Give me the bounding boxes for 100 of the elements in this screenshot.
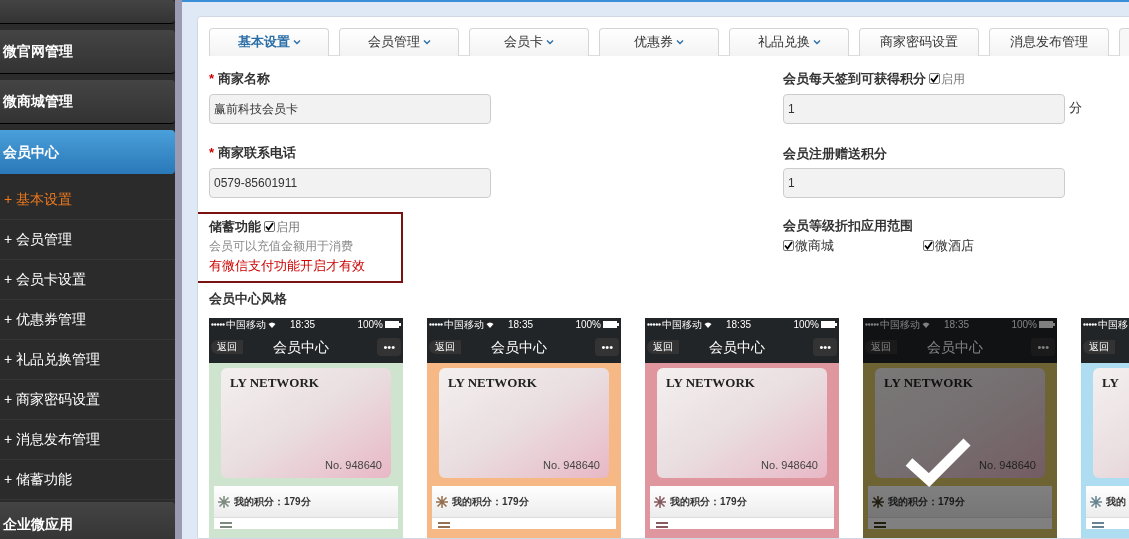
tab[interactable]: 会员卡 xyxy=(469,27,589,56)
wifi-icon xyxy=(922,321,930,328)
card-title: LY xyxy=(1102,374,1120,392)
more-button: ••• xyxy=(377,338,401,356)
carrier-text: 中国移动 xyxy=(662,319,702,330)
card-title: LY NETWORK xyxy=(230,374,320,392)
sidebar-group[interactable]: 会员中心 xyxy=(0,130,175,174)
tab[interactable]: 优惠券 xyxy=(599,27,719,56)
checkbox-label: 微酒店 xyxy=(935,236,974,255)
sparkle-icon xyxy=(435,494,449,509)
checkbox[interactable] xyxy=(923,239,934,251)
warning-text: 有微信支付功能开启才有效 xyxy=(209,256,366,275)
list-icon xyxy=(220,521,232,529)
signal-icon xyxy=(211,323,225,326)
field-label: 商家联系电话 xyxy=(218,143,297,162)
tab[interactable]: 会员管理 xyxy=(339,27,459,56)
screen-title: 会员中心 xyxy=(491,337,547,357)
points-text: 我的积分：179分 xyxy=(234,495,311,509)
carrier-text: 中国移动 xyxy=(226,319,266,330)
sparkle-icon xyxy=(653,494,667,509)
tab[interactable]: 商家密码设置 xyxy=(859,27,979,56)
section-label: 会员中心风格 xyxy=(209,289,288,308)
battery-text: 100% xyxy=(575,319,601,330)
theme-preview[interactable]: 中国移动 18:35 100% 返回 会员中心 ••• LY NETWORK No. 948640 我的积分：179分 xyxy=(863,318,1057,538)
points-text: 我的积分：179分 xyxy=(452,495,529,509)
input-field[interactable]: 赢前科技会员卡 xyxy=(209,93,491,124)
time-text: 18:35 xyxy=(726,319,752,330)
battery-icon xyxy=(821,321,837,328)
list-icon xyxy=(656,521,668,529)
carrier-text: 中国移 xyxy=(1098,319,1128,330)
more-button: ••• xyxy=(1031,338,1055,356)
caret-icon xyxy=(812,39,821,45)
back-button: 返回 xyxy=(647,340,679,354)
checkbox-label: 启用 xyxy=(276,218,300,236)
theme-preview[interactable]: 中国移动 18:35 100% 返回 会员中心 ••• LY NETWORK No. 948640 我的积分：179分 xyxy=(427,318,621,538)
caret-icon xyxy=(292,39,301,45)
list-icon xyxy=(438,521,450,529)
checkbox[interactable] xyxy=(783,239,794,251)
sparkle-icon xyxy=(217,494,231,509)
signal-icon xyxy=(865,323,879,326)
input-field[interactable]: 1 xyxy=(783,167,1065,198)
sparkle-icon xyxy=(871,494,885,509)
battery-text: 100% xyxy=(1011,319,1037,330)
field-label: 会员每天签到可获得积分 xyxy=(783,69,926,88)
back-button: 返回 xyxy=(865,340,897,354)
time-text: 18:35 xyxy=(508,319,534,330)
theme-preview[interactable]: 中国移 返回 LY 我的 xyxy=(1081,318,1129,538)
theme-preview[interactable]: 中国移动 18:35 100% 返回 会员中心 ••• LY NETWORK No. 948640 我的积分：179分 xyxy=(645,318,839,538)
card-title: LY NETWORK xyxy=(448,374,538,392)
more-button: ••• xyxy=(813,338,837,356)
screen-title: 会员中心 xyxy=(927,337,983,357)
battery-icon xyxy=(603,321,619,328)
sidebar-group[interactable]: 微商城管理 xyxy=(0,80,175,124)
wifi-icon xyxy=(486,321,494,328)
time-text: 18:35 xyxy=(290,319,316,330)
card-number: No. 948640 xyxy=(543,457,600,473)
tab[interactable]: 消息发布管理 xyxy=(989,27,1109,56)
sparkle-icon xyxy=(1089,494,1103,509)
signal-icon xyxy=(429,323,443,326)
more-button: ••• xyxy=(595,338,619,356)
tab[interactable]: 礼品兑换 xyxy=(729,27,849,56)
wifi-icon xyxy=(704,321,712,328)
wifi-icon xyxy=(268,321,276,328)
list-icon xyxy=(1092,521,1104,529)
input-field[interactable]: 0579-85601911 xyxy=(209,167,491,198)
input-field[interactable]: 1 xyxy=(783,93,1065,124)
sidebar-group[interactable]: 微官网管理 xyxy=(0,30,175,74)
scrollbar[interactable] xyxy=(175,0,182,539)
time-text: 18:35 xyxy=(944,319,970,330)
checkmark-icon xyxy=(903,436,973,488)
card-title: LY NETWORK xyxy=(666,374,756,392)
checkbox-label: 微商城 xyxy=(795,236,834,255)
field-label: 储蓄功能 xyxy=(209,217,261,236)
checkbox-label: 启用 xyxy=(941,70,965,88)
field-label: 商家名称 xyxy=(218,69,271,88)
checkbox[interactable] xyxy=(929,73,940,84)
tab[interactable]: 基本设置 xyxy=(209,27,329,56)
battery-icon xyxy=(1039,321,1055,328)
carrier-text: 中国移动 xyxy=(444,319,484,330)
back-button: 返回 xyxy=(211,340,243,354)
caret-icon xyxy=(546,39,554,45)
sidebar-group[interactable]: 企业微应用 xyxy=(0,502,175,539)
signal-icon xyxy=(1083,323,1097,326)
screen-title: 会员中心 xyxy=(273,337,329,357)
screen-title: 会员中心 xyxy=(709,337,765,357)
caret-icon xyxy=(676,39,684,45)
card-number: No. 948640 xyxy=(761,457,818,473)
card-number: No. 948640 xyxy=(979,457,1036,473)
theme-preview[interactable]: 中国移动 18:35 100% 返回 会员中心 ••• LY NETWORK No. 948640 我的积分：179分 xyxy=(209,318,403,538)
points-text: 我的 xyxy=(1106,495,1126,509)
battery-text: 100% xyxy=(357,319,383,330)
card-number: No. 948640 xyxy=(325,457,382,473)
back-button: 返回 xyxy=(429,340,461,354)
list-icon xyxy=(874,521,886,529)
checkbox[interactable] xyxy=(264,221,275,232)
field-label: 会员注册赠送积分 xyxy=(783,144,888,162)
caret-icon xyxy=(422,39,431,45)
required-mark: * xyxy=(209,69,215,88)
card-title: LY NETWORK xyxy=(884,374,974,392)
required-mark: * xyxy=(209,143,215,162)
